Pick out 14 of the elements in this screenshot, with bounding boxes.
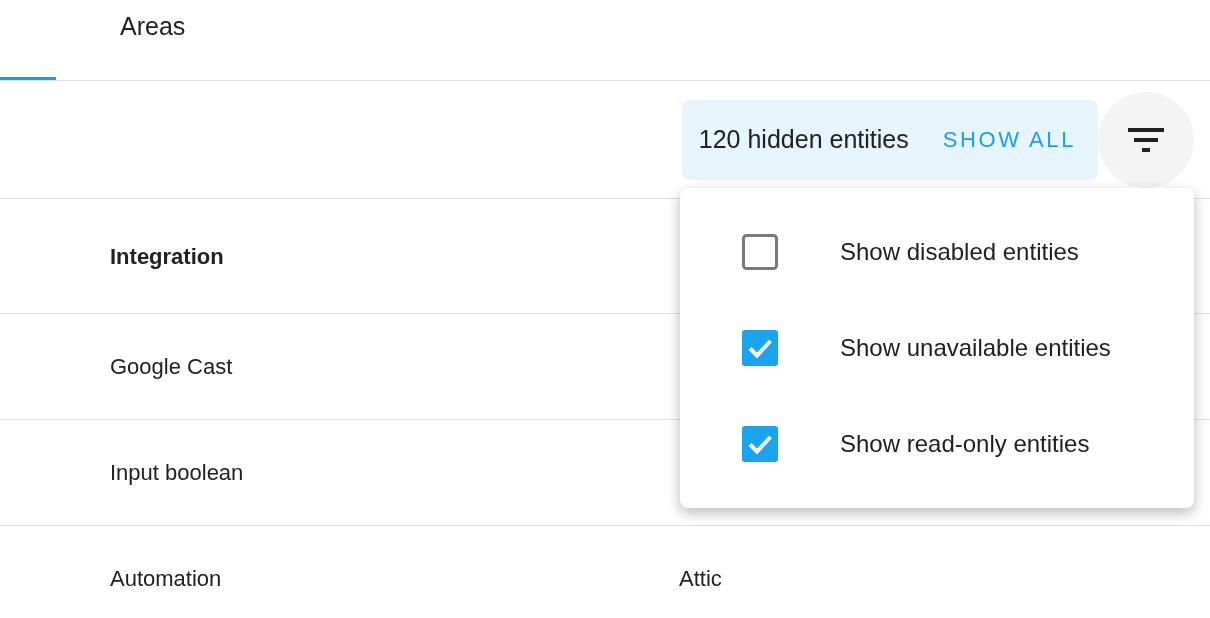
filter-icon <box>1128 127 1164 152</box>
checkbox-label[interactable]: Show read-only entities <box>840 426 1090 462</box>
checkbox[interactable] <box>742 330 778 366</box>
table-cell: Input boolean <box>110 460 244 485</box>
checkbox[interactable] <box>742 426 778 462</box>
checkbox-label[interactable]: Show disabled entities <box>840 234 1079 270</box>
table-cell: Attic <box>679 566 722 591</box>
table-cell: Automation <box>110 566 222 591</box>
column-header[interactable]: Integration <box>110 243 224 269</box>
table-cell: Google Cast <box>110 354 233 379</box>
tab[interactable]: Areas <box>56 0 250 77</box>
hidden-count-text: 120 hidden entities <box>698 123 909 155</box>
checkbox[interactable] <box>742 234 778 270</box>
checkbox-label[interactable]: Show unavailable entities <box>840 330 1111 366</box>
